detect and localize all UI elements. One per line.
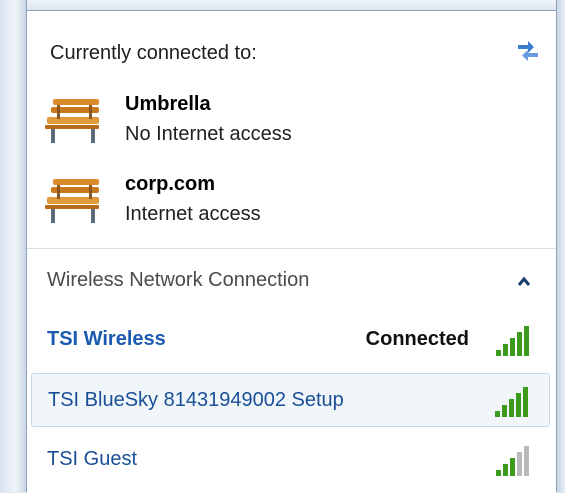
network-flyout-panel: Currently connected to: Umbrella No Inte… <box>27 10 556 493</box>
bench-icon <box>45 99 99 143</box>
signal-bar <box>503 464 508 476</box>
window-frame-right <box>556 0 565 492</box>
network-name: Umbrella <box>125 93 211 115</box>
wifi-network-item[interactable]: TSI Guest <box>31 433 550 487</box>
signal-bar <box>516 393 521 417</box>
wifi-network-name: TSI BlueSky 81431949002 Setup <box>48 389 344 411</box>
window-frame-top <box>0 0 565 10</box>
signal-strength-icon <box>495 387 528 417</box>
signal-bar <box>524 326 529 356</box>
signal-bar <box>510 458 515 476</box>
signal-bar <box>496 470 501 476</box>
wifi-network-item[interactable]: TSI Wireless Connected <box>31 313 550 367</box>
signal-bar <box>517 332 522 356</box>
network-name: corp.com <box>125 173 216 195</box>
wifi-network-item-highlighted[interactable]: TSI BlueSky 81431949002 Setup <box>31 373 550 427</box>
bench-icon <box>45 179 99 223</box>
chevron-up-icon[interactable] <box>515 273 533 291</box>
refresh-icon[interactable] <box>514 35 542 63</box>
currently-connected-title: Currently connected to: <box>50 42 257 64</box>
connected-status-label: Connected <box>365 328 469 350</box>
connected-network-corp[interactable]: corp.com Internet access <box>43 169 483 235</box>
signal-bar <box>510 338 515 356</box>
network-status: No Internet access <box>125 123 292 145</box>
signal-bar <box>495 411 500 417</box>
signal-bar <box>502 405 507 417</box>
signal-bar <box>496 350 501 356</box>
signal-bar <box>517 452 522 476</box>
signal-bar <box>503 344 508 356</box>
signal-bar <box>524 446 529 476</box>
wifi-network-name: TSI Guest <box>47 448 138 470</box>
connected-network-umbrella[interactable]: Umbrella No Internet access <box>43 89 483 155</box>
window-frame-left <box>0 0 27 492</box>
network-status: Internet access <box>125 203 261 225</box>
signal-strength-icon <box>496 446 529 476</box>
signal-bar <box>509 399 514 417</box>
wifi-network-name: TSI Wireless <box>47 328 166 350</box>
wireless-group-header[interactable]: Wireless Network Connection <box>47 269 309 292</box>
section-divider <box>27 248 556 249</box>
signal-bar <box>523 387 528 417</box>
signal-strength-icon <box>496 326 529 356</box>
